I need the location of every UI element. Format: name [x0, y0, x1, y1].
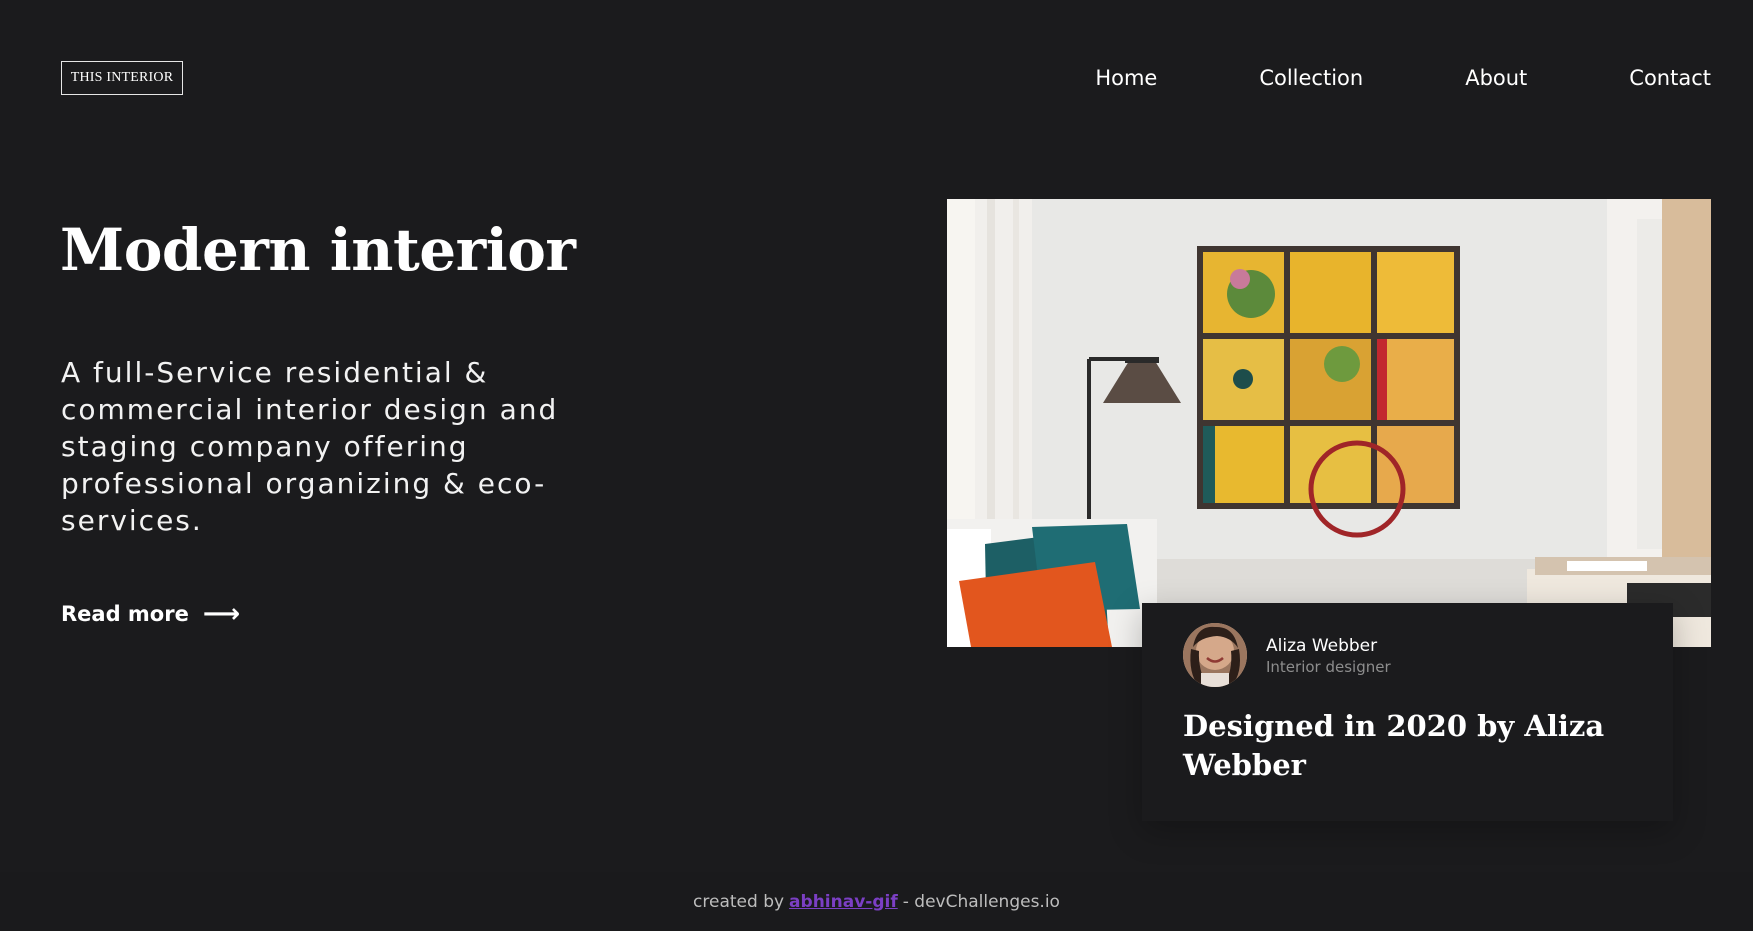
- main-nav: Home Collection About Contact: [1095, 64, 1711, 92]
- read-more-label: Read more: [61, 602, 189, 626]
- hero-image: [947, 199, 1711, 647]
- interior-photo: [947, 199, 1711, 647]
- site-logo[interactable]: THIS INTERIOR: [61, 61, 183, 95]
- read-more-link[interactable]: Read more ⟶: [61, 599, 241, 629]
- hero-description: A full-Service residential & commercial …: [61, 356, 559, 537]
- nav-contact[interactable]: Contact: [1629, 64, 1711, 92]
- nav-about[interactable]: About: [1465, 64, 1527, 92]
- card-title: Designed in 2020 by Aliza Webber: [1183, 709, 1605, 782]
- footer-prefix: created by: [693, 891, 785, 912]
- arrow-right-icon: ⟶: [202, 599, 241, 629]
- hero-title: Modern interior: [60, 216, 576, 284]
- footer: created by abhinav-gif - devChallenges.i…: [0, 872, 1753, 931]
- designer-avatar: [1183, 623, 1247, 687]
- designer-name: Aliza Webber: [1266, 636, 1378, 656]
- designer-card: Aliza Webber Interior designer Designed …: [1142, 603, 1673, 821]
- designer-role: Interior designer: [1266, 658, 1391, 676]
- footer-suffix: - devChallenges.io: [902, 891, 1060, 912]
- avatar-portrait: [1183, 623, 1247, 687]
- nav-home[interactable]: Home: [1095, 64, 1157, 92]
- nav-collection[interactable]: Collection: [1259, 64, 1363, 92]
- footer-author-link[interactable]: abhinav-gif: [789, 892, 898, 912]
